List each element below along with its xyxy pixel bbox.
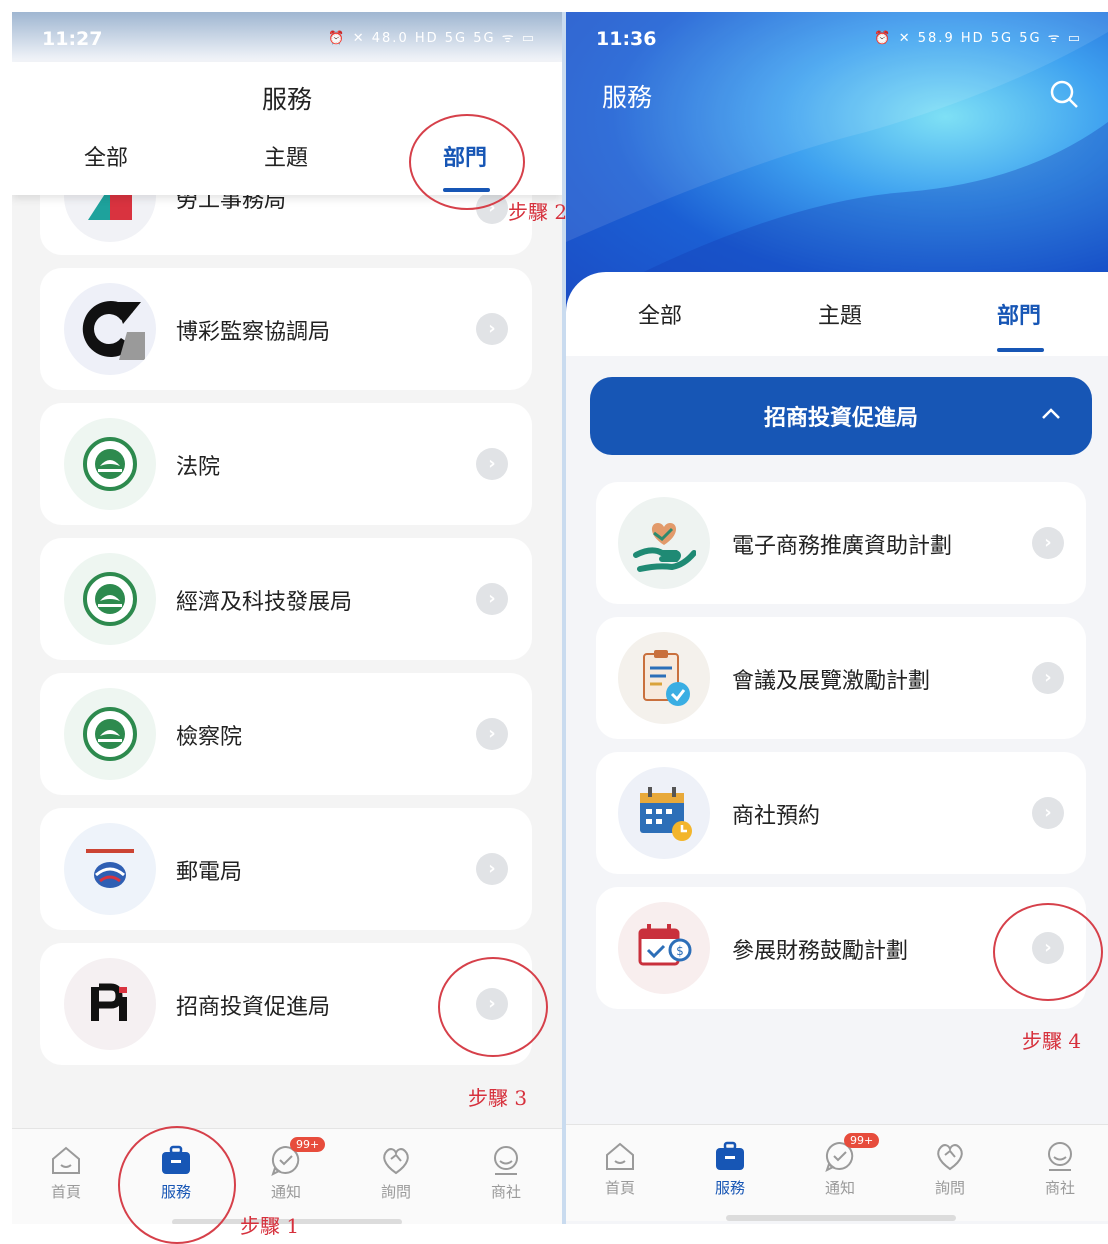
nav-label: 通知 <box>270 1183 301 1201</box>
nav-label: 詢問 <box>934 1179 965 1197</box>
service-item-booking[interactable]: 商社預約 › <box>596 752 1086 874</box>
annotation-step3: 步驟 3 <box>468 1086 528 1110</box>
list-item-ctt[interactable]: 郵電局 › <box>40 808 532 930</box>
list-item-dset[interactable]: 經濟及科技發展局 › <box>40 538 532 660</box>
list-item-label: 法院 <box>176 455 221 480</box>
chevron-up-icon[interactable] <box>1040 403 1062 425</box>
hand-heart-icon <box>618 497 710 589</box>
nav-inquiry[interactable]: 詢問 <box>356 1143 436 1202</box>
nav-business[interactable]: 商社 <box>1020 1139 1100 1198</box>
list-item-label: 博彩監察協調局 <box>176 320 331 345</box>
list-item-label: 郵電局 <box>176 860 243 885</box>
status-bar: 11:27 ⏰ ✕ 48.0 HD 5G 5G ᯤ ▭ <box>12 12 562 62</box>
tab-bar: 全部 主題 部門 <box>566 272 1108 356</box>
home-indicator <box>726 1215 956 1221</box>
nav-home[interactable]: 首頁 <box>580 1139 660 1198</box>
status-icons: ⏰ ✕ 58.9 HD 5G 5G ᯤ ▭ <box>874 31 1082 46</box>
service-item-label: 會議及展覽激勵計劃 <box>732 669 931 694</box>
annotation-step1: 步驟 1 <box>240 1214 300 1238</box>
service-item-label: 電子商務推廣資助計劃 <box>732 534 953 559</box>
tab-departments[interactable]: 部門 <box>997 298 1041 330</box>
tab-all[interactable]: 全部 <box>638 298 682 330</box>
ipim-logo-icon <box>64 958 156 1050</box>
annotation-step2: 步驟 2 <box>508 200 568 224</box>
department-header[interactable]: 招商投資促進局 <box>590 377 1092 455</box>
notification-badge: 99+ <box>844 1133 880 1148</box>
notification-badge: 99+ <box>290 1137 326 1152</box>
nav-services[interactable]: 服務 <box>690 1139 770 1198</box>
nav-business[interactable]: 商社 <box>466 1143 546 1202</box>
list-item-prosecutor[interactable]: 檢察院 › <box>40 673 532 795</box>
chevron-right-icon[interactable]: › <box>1032 662 1064 694</box>
nav-notifications[interactable]: 通知 99+ <box>246 1137 326 1202</box>
annotation-ring-step4 <box>993 903 1103 1001</box>
service-item-label: 參展財務鼓勵計劃 <box>732 939 909 964</box>
ctt-logo-icon <box>64 823 156 915</box>
heart-chat-icon <box>383 1148 409 1175</box>
service-item-ecommerce[interactable]: 電子商務推廣資助計劃 › <box>596 482 1086 604</box>
macao-emblem-icon <box>64 553 156 645</box>
page-title: 服務 <box>261 85 312 114</box>
annotation-ring-step1 <box>118 1126 236 1244</box>
status-icons: ⏰ ✕ 48.0 HD 5G 5G ᯤ ▭ <box>328 31 536 46</box>
chevron-right-icon[interactable]: › <box>1032 797 1064 829</box>
bottom-nav: 首頁 服務 通知 99+ 詢問 商社 <box>566 1124 1108 1221</box>
page-title: 服務 <box>602 83 653 112</box>
tab-topics[interactable]: 主題 <box>818 298 862 330</box>
list-item-label: 經濟及科技發展局 <box>176 590 353 615</box>
status-time: 11:36 <box>596 28 657 50</box>
status-bar: 11:36 ⏰ ✕ 58.9 HD 5G 5G ᯤ ▭ <box>566 12 1108 62</box>
clipboard-check-icon <box>618 632 710 724</box>
nav-label: 商社 <box>1044 1179 1075 1197</box>
nav-notifications[interactable]: 通知 99+ <box>800 1133 880 1198</box>
macao-emblem-icon <box>64 418 156 510</box>
list-item-label: 招商投資促進局 <box>176 995 331 1020</box>
home-icon <box>606 1142 634 1170</box>
home-icon <box>52 1146 80 1174</box>
chevron-right-icon[interactable]: › <box>1032 527 1064 559</box>
tab-topics[interactable]: 主題 <box>264 140 308 172</box>
nav-label: 詢問 <box>380 1183 411 1201</box>
briefcase-icon <box>716 1141 744 1170</box>
annotation-ring-step3 <box>438 957 548 1057</box>
nav-label: 首頁 <box>50 1183 81 1201</box>
nav-label: 商社 <box>490 1183 521 1201</box>
annotation-step4: 步驟 4 <box>1022 1029 1082 1053</box>
calendar-clock-icon <box>618 767 710 859</box>
list-item-court[interactable]: 法院 › <box>40 403 532 525</box>
department-name: 招商投資促進局 <box>763 406 918 431</box>
search-icon[interactable] <box>1048 78 1080 110</box>
svg-text:$: $ <box>676 944 684 958</box>
list-item-label: 檢察院 <box>176 725 243 750</box>
dicj-logo-icon <box>64 283 156 375</box>
user-chat-icon <box>494 1146 518 1175</box>
nav-home[interactable]: 首頁 <box>26 1143 106 1202</box>
service-item-label: 商社預約 <box>732 804 821 829</box>
list-item-dicj[interactable]: 博彩監察協調局 › <box>40 268 532 390</box>
tab-all[interactable]: 全部 <box>84 140 128 172</box>
user-chat-icon <box>1048 1142 1072 1171</box>
chevron-right-icon[interactable]: › <box>476 718 508 750</box>
heart-chat-icon <box>937 1144 963 1171</box>
nav-inquiry[interactable]: 詢問 <box>910 1139 990 1198</box>
nav-label: 服務 <box>714 1179 745 1197</box>
tab-active-indicator <box>997 348 1044 352</box>
calendar-coin-icon: $ <box>618 902 710 994</box>
service-item-mice[interactable]: 會議及展覽激勵計劃 › <box>596 617 1086 739</box>
nav-label: 首頁 <box>604 1179 635 1197</box>
chevron-right-icon[interactable]: › <box>476 313 508 345</box>
chevron-right-icon[interactable]: › <box>476 448 508 480</box>
nav-label: 通知 <box>824 1179 855 1197</box>
status-time: 11:27 <box>42 28 103 50</box>
chevron-right-icon[interactable]: › <box>476 583 508 615</box>
chevron-right-icon[interactable]: › <box>476 853 508 885</box>
macao-emblem-icon <box>64 688 156 780</box>
